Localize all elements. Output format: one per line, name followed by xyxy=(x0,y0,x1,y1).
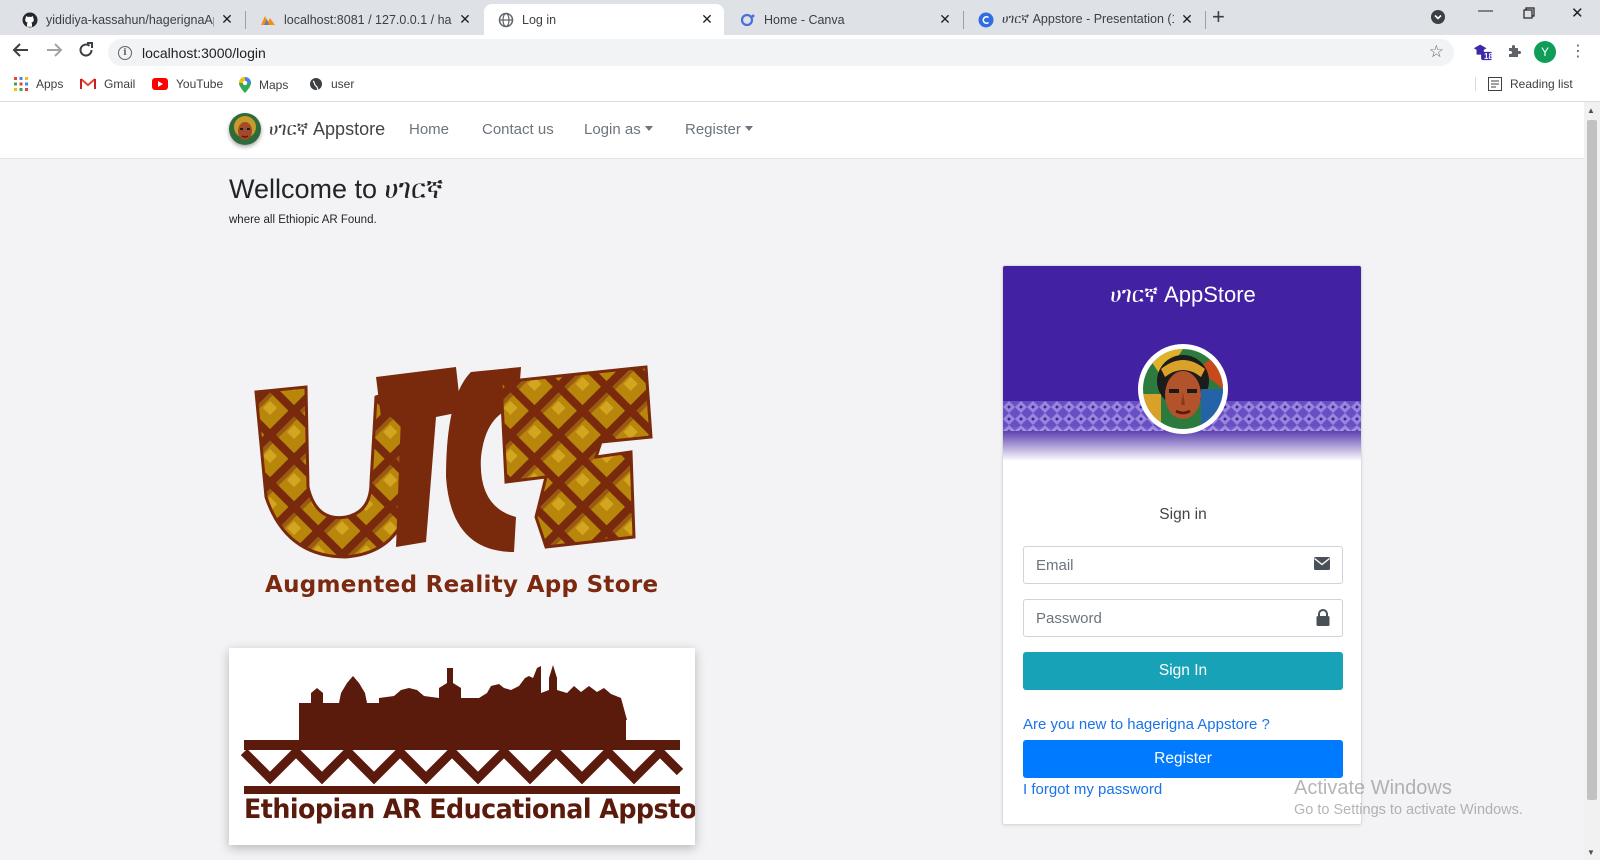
bookmark-label: YouTube xyxy=(176,77,224,91)
github-icon xyxy=(22,12,38,28)
maps-pin-icon xyxy=(239,77,251,93)
forward-icon[interactable] xyxy=(45,41,63,64)
back-icon[interactable] xyxy=(12,41,30,64)
tab-title: yididiya-kassahun/hagerignaApp xyxy=(46,12,214,27)
minimize-icon[interactable]: — xyxy=(1478,2,1493,19)
reading-list[interactable]: Reading list xyxy=(1475,77,1573,91)
envelope-icon xyxy=(1314,557,1330,575)
tab-canva-home[interactable]: Home - Canva ✕ xyxy=(726,4,962,35)
activate-windows-watermark: Activate Windows xyxy=(1294,777,1452,799)
register-button[interactable]: Register xyxy=(1023,740,1343,778)
close-icon[interactable]: ✕ xyxy=(220,11,234,28)
bookmark-user[interactable]: user xyxy=(309,77,354,91)
profile-avatar[interactable]: Y xyxy=(1534,41,1556,63)
login-card-title: ሀገርኛ AppStore xyxy=(1110,282,1256,307)
tab-title: Home - Canva xyxy=(764,12,845,27)
scrollbar-thumb[interactable] xyxy=(1587,120,1597,800)
gmail-icon xyxy=(80,78,96,90)
bookmark-label: Apps xyxy=(36,77,64,91)
bookmark-label: Gmail xyxy=(104,77,136,91)
page-tagline: where all Ethiopic AR Found. xyxy=(229,214,377,226)
youtube-icon xyxy=(152,78,168,90)
page-viewport: ሀገርኛ Appstore Home Contact us Login as R… xyxy=(0,102,1584,860)
nav-register[interactable]: Register xyxy=(685,121,753,138)
bookmark-star-icon[interactable]: ☆ xyxy=(1429,42,1444,62)
nav-contact[interactable]: Contact us xyxy=(482,121,554,138)
close-icon[interactable]: ✕ xyxy=(1180,11,1194,28)
login-card: ሀገርኛ AppStore Sign in Email Sign In Are … xyxy=(1002,265,1362,825)
site-info-icon[interactable]: i xyxy=(118,45,132,60)
ethiopian-ar-banner: Ethiopian AR Educational Appstore xyxy=(229,648,695,845)
reading-list-icon xyxy=(1488,77,1502,91)
tab-title: ሀገርኛ Appstore - Presentation (1( xyxy=(1002,12,1174,26)
nav-login-as[interactable]: Login as xyxy=(584,121,653,138)
skyline-illustration xyxy=(240,665,684,794)
reading-list-label: Reading list xyxy=(1510,77,1573,91)
password-input[interactable] xyxy=(1024,609,1294,627)
tab-phpmyadmin[interactable]: localhost:8081 / 127.0.0.1 / hage ✕ xyxy=(246,4,482,35)
signin-heading: Sign in xyxy=(1159,506,1207,523)
reload-icon[interactable] xyxy=(77,41,95,64)
page-scrollbar[interactable]: ▲ ▼ xyxy=(1584,102,1600,860)
extension-badge: 18 xyxy=(1484,52,1493,61)
tab-github[interactable]: yididiya-kassahun/hagerignaApp ✕ xyxy=(8,4,244,35)
url-text[interactable]: localhost:3000/login xyxy=(142,45,266,61)
chevron-down-icon xyxy=(644,126,653,131)
close-icon[interactable]: ✕ xyxy=(458,11,472,28)
chevron-down-icon xyxy=(744,126,753,131)
new-tab-icon[interactable]: + xyxy=(1212,6,1225,28)
password-field[interactable] xyxy=(1023,599,1343,637)
canva-icon xyxy=(740,12,756,28)
brand-name: ሀገርኛ Appstore xyxy=(269,118,386,139)
restore-icon[interactable] xyxy=(1523,6,1535,23)
bookmark-youtube[interactable]: YouTube xyxy=(152,77,223,91)
nav-register-label: Register xyxy=(685,121,741,138)
scroll-up-icon[interactable]: ▲ xyxy=(1587,106,1595,115)
globe-icon xyxy=(309,77,323,91)
nav-login-as-label: Login as xyxy=(584,121,641,138)
address-bar-row: i localhost:3000/login ☆ 18 Y ⋮ xyxy=(0,35,1600,69)
brand-link[interactable]: ሀገርኛ Appstore xyxy=(229,113,385,145)
new-user-link[interactable]: Are you new to hagerigna Appstore ? xyxy=(1023,716,1270,733)
email-input[interactable] xyxy=(1024,556,1294,574)
tab-divider xyxy=(1205,11,1206,29)
tab-title: localhost:8081 / 127.0.0.1 / hage xyxy=(284,12,452,27)
url-bar[interactable]: i localhost:3000/login ☆ xyxy=(108,39,1454,66)
login-card-header: ሀገርኛ AppStore xyxy=(1003,266,1361,461)
globe-icon xyxy=(498,12,514,28)
signin-button[interactable]: Sign In xyxy=(1023,652,1343,690)
bookmark-label: Maps xyxy=(259,78,289,92)
site-navbar: ሀገርኛ Appstore Home Contact us Login as R… xyxy=(0,102,1584,159)
bookmark-maps[interactable]: Maps xyxy=(239,77,288,93)
bookmark-label: user xyxy=(331,77,355,91)
logo-subtitle: Augmented Reality App Store xyxy=(265,572,659,598)
lock-icon xyxy=(1316,609,1330,631)
tab-title: Log in xyxy=(522,12,557,27)
window-close-icon[interactable]: ✕ xyxy=(1571,4,1584,22)
bookmark-gmail[interactable]: Gmail xyxy=(80,77,135,91)
bookmark-apps[interactable]: Apps xyxy=(14,77,63,91)
nav-home[interactable]: Home xyxy=(409,121,449,138)
banner-title: Ethiopian AR Educational Appstore xyxy=(244,794,695,825)
close-icon[interactable]: ✕ xyxy=(700,11,714,28)
canva-c-icon xyxy=(978,12,994,28)
page-title: Wellcome to ሀገርኛ xyxy=(229,174,444,204)
scroll-down-icon[interactable]: ▼ xyxy=(1587,848,1595,857)
forgot-password-link[interactable]: I forgot my password xyxy=(1023,781,1162,798)
puzzle-extensions-icon[interactable] xyxy=(1504,41,1524,61)
brand-logo xyxy=(229,113,261,145)
apps-grid-icon xyxy=(14,77,28,91)
kebab-menu-icon[interactable]: ⋮ xyxy=(1568,41,1588,61)
bookmarks-bar: Apps Gmail YouTube Maps user Reading lis… xyxy=(0,69,1600,102)
tab-login[interactable]: Log in ✕ xyxy=(484,4,724,35)
browser-tab-strip: yididiya-kassahun/hagerignaApp ✕ localho… xyxy=(0,0,1600,35)
tab-search-icon[interactable] xyxy=(1430,9,1446,29)
close-icon[interactable]: ✕ xyxy=(938,11,952,28)
extension-icon[interactable]: 18 xyxy=(1472,41,1493,61)
email-field[interactable] xyxy=(1023,546,1343,584)
tab-canva-presentation[interactable]: ሀገርኛ Appstore - Presentation (1( ✕ xyxy=(964,4,1204,35)
login-avatar xyxy=(1138,344,1228,434)
phpmyadmin-icon xyxy=(260,12,276,28)
activate-windows-hint: Go to Settings to activate Windows. xyxy=(1294,802,1523,818)
